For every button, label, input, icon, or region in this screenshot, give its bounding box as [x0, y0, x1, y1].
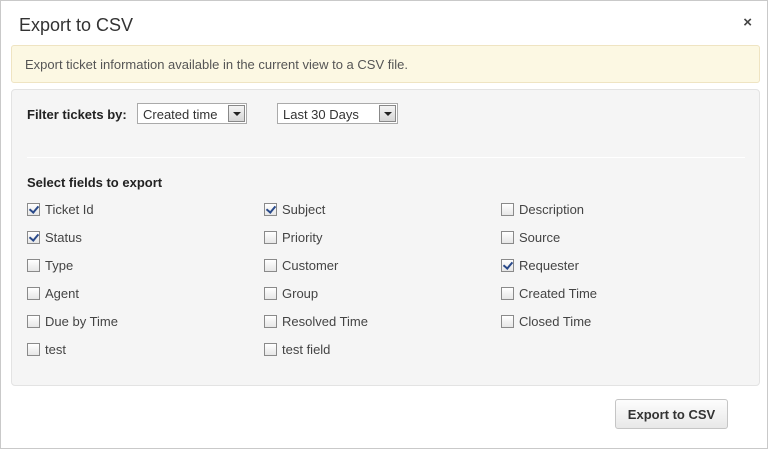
- field-checkbox[interactable]: [27, 343, 40, 356]
- field-label: Agent: [45, 286, 79, 301]
- field-label: Subject: [282, 202, 326, 217]
- field-label: Priority: [282, 230, 323, 245]
- field-label: test: [45, 342, 66, 357]
- field-label: test field: [282, 342, 331, 357]
- field-checkbox[interactable]: [27, 203, 40, 216]
- field-checkbox[interactable]: [264, 315, 277, 328]
- dialog-title: Export to CSV: [19, 15, 134, 35]
- field-checkbox[interactable]: [501, 259, 514, 272]
- date-range-value: Last 30 Days: [283, 107, 359, 122]
- field-checkbox[interactable]: [27, 287, 40, 300]
- field-label: Closed Time: [519, 314, 592, 329]
- close-icon[interactable]: ×: [743, 15, 752, 31]
- field-checkbox[interactable]: [264, 343, 277, 356]
- filter-field-value: Created time: [143, 107, 218, 122]
- chevron-down-icon[interactable]: [379, 105, 396, 122]
- field-checkbox[interactable]: [501, 231, 514, 244]
- field-label: Status: [45, 230, 82, 245]
- filter-label: Filter tickets by:: [27, 107, 127, 122]
- divider: [27, 157, 745, 158]
- notice-text: Export ticket information available in t…: [25, 57, 408, 72]
- info-notice: Export ticket information available in t…: [11, 45, 760, 83]
- field-label: Type: [45, 258, 74, 273]
- field-label: Source: [519, 230, 561, 245]
- field-checkbox[interactable]: [27, 259, 40, 272]
- export-csv-button[interactable]: Export to CSV: [615, 399, 728, 429]
- filter-field-select[interactable]: Created time: [137, 103, 247, 124]
- field-label: Resolved Time: [282, 314, 368, 329]
- date-range-select[interactable]: Last 30 Days: [277, 103, 398, 124]
- field-checkbox[interactable]: [264, 287, 277, 300]
- field-label: Requester: [519, 258, 579, 273]
- field-checkbox[interactable]: [264, 231, 277, 244]
- field-label: Created Time: [519, 286, 598, 301]
- field-checkbox[interactable]: [27, 315, 40, 328]
- field-label: Customer: [282, 258, 339, 273]
- field-checkbox[interactable]: [264, 203, 277, 216]
- field-checkbox[interactable]: [501, 287, 514, 300]
- export-options-panel: Filter tickets by: Created time Last 30 …: [11, 89, 760, 386]
- field-checkbox[interactable]: [501, 203, 514, 216]
- fields-title: Select fields to export: [27, 175, 163, 190]
- field-label: Description: [519, 202, 585, 217]
- chevron-down-icon[interactable]: [228, 105, 245, 122]
- field-label: Group: [282, 286, 319, 301]
- field-label: Ticket Id: [45, 202, 94, 217]
- field-checkbox[interactable]: [501, 315, 514, 328]
- field-checkbox[interactable]: [27, 231, 40, 244]
- field-label: Due by Time: [45, 314, 118, 329]
- field-checkbox[interactable]: [264, 259, 277, 272]
- dialog-header: Export to CSV ×: [1, 1, 767, 45]
- export-dialog: Export to CSV × Export ticket informatio…: [0, 0, 768, 449]
